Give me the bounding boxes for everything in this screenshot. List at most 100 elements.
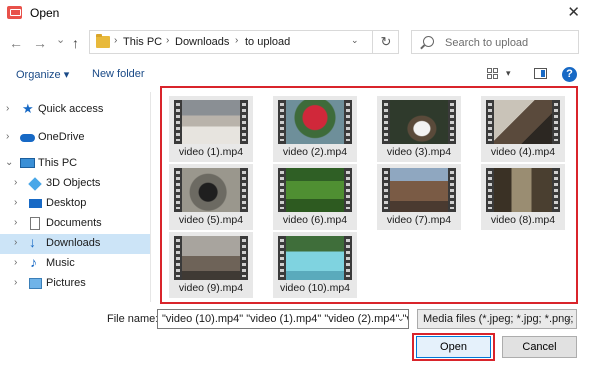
sidebar-item-label: Documents [46,217,102,229]
view-dropdown-icon[interactable]: ▾ [506,68,511,79]
sidebar-item-label: Pictures [46,277,86,289]
help-icon[interactable]: ? [562,67,577,82]
video-thumbnail [278,168,352,212]
chevron-right-icon[interactable]: › [6,103,9,114]
file-name-input[interactable]: "video (10).mp4" "video (1).mp4" "video … [157,309,409,329]
open-button[interactable]: Open [416,336,491,358]
video-thumbnail [486,100,560,144]
breadcrumb-separator: › [114,35,118,46]
sidebar-scrollbar[interactable] [150,92,151,302]
video-thumbnail [486,168,560,212]
star-icon: ★ [22,101,34,116]
file-item[interactable]: video (10).mp4 [273,232,357,298]
picture-icon [29,278,42,289]
video-thumbnail [278,236,352,280]
desktop-icon [29,199,42,208]
file-name: video (3).mp4 [386,146,452,158]
breadcrumb-separator: › [235,35,239,46]
address-dropdown-icon[interactable]: ⌄ [351,35,359,46]
change-view-icon[interactable] [487,68,499,80]
file-type-select[interactable]: Media files (*.jpeg; *.jpg; *.png; [417,309,577,329]
file-item[interactable]: video (7).mp4 [377,164,461,230]
file-list: video (1).mp4 video (2).mp4 video (3).mp… [160,86,578,304]
file-name: video (5).mp4 [178,214,244,226]
breadcrumb-downloads[interactable]: Downloads [175,36,229,48]
chevron-right-icon[interactable]: › [14,217,17,228]
chevron-right-icon[interactable]: › [14,177,17,188]
sidebar-item-quick-access[interactable]: › ★ Quick access [0,100,150,120]
back-button[interactable]: ← [9,36,23,50]
video-thumbnail [278,100,352,144]
video-thumbnail [174,236,248,280]
video-thumbnail [174,100,248,144]
download-icon: ↓ [29,234,36,250]
file-item[interactable]: video (4).mp4 [481,96,565,162]
video-thumbnail [174,168,248,212]
breadcrumb-this-pc[interactable]: This PC [123,36,162,48]
search-icon [423,36,434,47]
sidebar-item-this-pc[interactable]: ⌄ This PC [0,154,150,174]
chevron-down-icon[interactable]: ⌄ [5,157,13,168]
file-name-label: File name: [107,313,159,325]
file-item[interactable]: video (2).mp4 [273,96,357,162]
forward-button[interactable]: → [33,36,47,50]
file-name: video (6).mp4 [282,214,348,226]
up-button[interactable]: ↑ [72,36,79,50]
chevron-right-icon[interactable]: › [14,277,17,288]
file-item[interactable]: video (5).mp4 [169,164,253,230]
cube-icon [28,177,42,191]
sidebar-item-label: This PC [38,157,78,169]
breadcrumb-separator: › [166,35,170,46]
file-name: video (10).mp4 [279,282,351,294]
cancel-button[interactable]: Cancel [502,336,577,358]
video-thumbnail [382,100,456,144]
music-icon: ♪ [30,254,37,270]
sidebar-item-3d-objects[interactable]: › 3D Objects [0,174,150,194]
refresh-icon[interactable]: ↻ [372,31,399,53]
chevron-right-icon[interactable]: › [6,131,9,142]
search-box[interactable]: Search to upload [411,30,579,54]
file-name: video (9).mp4 [178,282,244,294]
breadcrumb-to-upload[interactable]: to upload [245,36,290,48]
sidebar-item-label: OneDrive [38,131,85,143]
sidebar-item-downloads[interactable]: › ↓ Downloads [0,234,150,254]
sidebar-item-pictures[interactable]: › Pictures [0,274,150,294]
chevron-right-icon[interactable]: › [14,257,17,268]
file-name: video (1).mp4 [178,146,244,158]
window-title: Open [30,6,60,20]
computer-icon [20,158,35,168]
close-button[interactable]: ✕ [567,3,580,21]
sidebar-item-label: Quick access [38,103,104,115]
document-icon [30,217,40,230]
sidebar-item-desktop[interactable]: › Desktop [0,194,150,214]
file-item[interactable]: video (8).mp4 [481,164,565,230]
file-item[interactable]: video (3).mp4 [377,96,461,162]
sidebar-item-label: Music [46,257,75,269]
sidebar-item-label: Downloads [46,237,101,249]
organize-button[interactable]: Organize ▾ [16,68,69,81]
sidebar-item-onedrive[interactable]: › OneDrive [0,128,150,148]
chevron-down-icon[interactable]: ⌄ [565,313,573,324]
search-input[interactable]: Search to upload [445,37,528,49]
title-bar: Open ✕ [0,0,590,26]
sidebar-item-documents[interactable]: › Documents [0,214,150,234]
chevron-down-icon[interactable]: ⌄ [397,313,405,324]
file-item[interactable]: video (9).mp4 [169,232,253,298]
file-name: video (8).mp4 [490,214,556,226]
app-icon [7,6,22,19]
recent-locations-icon[interactable]: ⌄ [56,33,65,47]
file-name: video (4).mp4 [490,146,556,158]
chevron-right-icon[interactable]: › [14,197,17,208]
chevron-right-icon[interactable]: › [14,237,17,248]
video-thumbnail [382,168,456,212]
file-item[interactable]: video (1).mp4 [169,96,253,162]
preview-pane-icon[interactable] [534,68,547,79]
file-item[interactable]: video (6).mp4 [273,164,357,230]
file-name: video (7).mp4 [386,214,452,226]
sidebar-item-label: Desktop [46,197,87,209]
sidebar-item-label: 3D Objects [46,177,101,189]
new-folder-button[interactable]: New folder [92,68,145,80]
sidebar-item-music[interactable]: › ♪ Music [0,254,150,274]
file-name: video (2).mp4 [282,146,348,158]
folder-icon [96,34,110,48]
